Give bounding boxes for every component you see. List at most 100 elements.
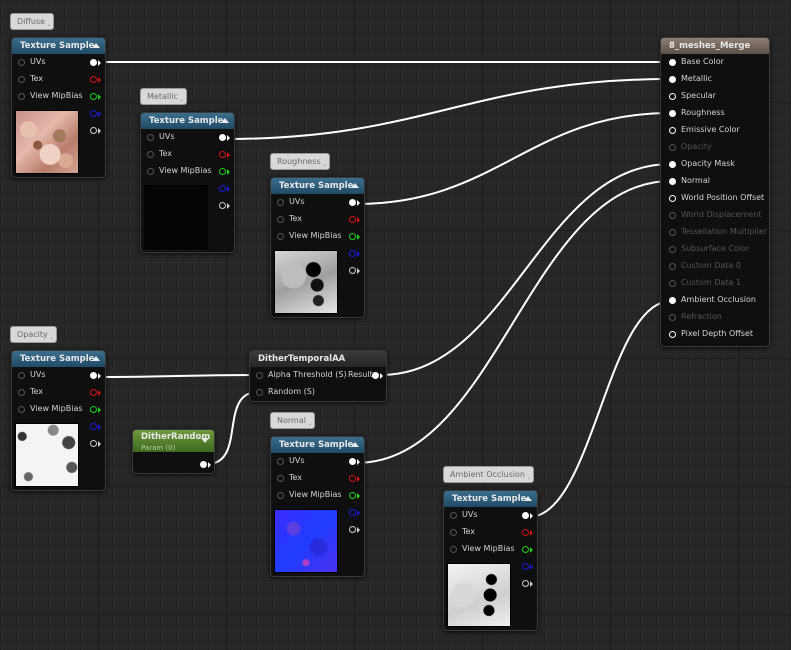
alpha-output-pin[interactable] <box>219 202 226 209</box>
view-mipbias-input-pin[interactable] <box>450 546 457 553</box>
rgb-output-pin[interactable] <box>90 372 97 379</box>
collapse-chevron-icon[interactable] <box>92 356 100 361</box>
comment-diffuse[interactable]: Diffuse ⌄ <box>10 13 55 30</box>
subsurface-color-input-pin[interactable] <box>669 246 676 253</box>
base-color-input-pin[interactable] <box>669 59 676 66</box>
texture-sample-opacity[interactable]: Texture Sample UVs Tex View MipBias <box>11 350 106 491</box>
alpha-output-pin[interactable] <box>349 526 356 533</box>
alpha-threshold-input-pin[interactable] <box>256 372 263 379</box>
node-title-bar[interactable]: Texture Sample <box>141 113 234 129</box>
collapse-chevron-icon[interactable] <box>524 496 532 501</box>
blue-output-pin[interactable] <box>90 110 97 117</box>
dither-random-param-node[interactable]: DitherRandom Param (0) <box>132 429 215 474</box>
wire-roughness-to-roughness[interactable] <box>355 112 672 205</box>
collapse-chevron-icon[interactable] <box>221 118 229 123</box>
pixel-depth-offset-input-pin[interactable] <box>669 331 676 338</box>
alpha-output-pin[interactable] <box>349 267 356 274</box>
blue-output-pin[interactable] <box>349 509 356 516</box>
red-output-pin[interactable] <box>90 76 97 83</box>
texture-sample-roughness[interactable]: Texture Sample UVs Tex View MipBias <box>270 177 365 318</box>
specular-input-pin[interactable] <box>669 93 676 100</box>
random-input-pin[interactable] <box>256 389 263 396</box>
red-output-pin[interactable] <box>219 151 226 158</box>
green-output-pin[interactable] <box>90 406 97 413</box>
world-displacement-input-pin[interactable] <box>669 212 676 219</box>
metallic-input-pin[interactable] <box>669 76 676 83</box>
world-position-offset-input-pin[interactable] <box>669 195 676 202</box>
comment-opacity[interactable]: Opacity ⌄ <box>10 326 57 343</box>
comment-normal[interactable]: Normal ⌄ <box>270 412 315 429</box>
red-output-pin[interactable] <box>349 475 356 482</box>
node-title-bar[interactable]: Texture Sample <box>271 437 364 453</box>
tex-input-pin[interactable] <box>450 529 457 536</box>
view-mipbias-input-pin[interactable] <box>277 492 284 499</box>
red-output-pin[interactable] <box>522 529 529 536</box>
blue-output-pin[interactable] <box>219 185 226 192</box>
uvs-input-pin[interactable] <box>450 512 457 519</box>
uvs-input-pin[interactable] <box>277 458 284 465</box>
blue-output-pin[interactable] <box>522 563 529 570</box>
node-title-bar[interactable]: Texture Sample <box>12 38 105 54</box>
node-title[interactable]: DitherTemporalAA <box>250 351 386 367</box>
red-output-pin[interactable] <box>349 216 356 223</box>
alpha-output-pin[interactable] <box>90 440 97 447</box>
tex-input-pin[interactable] <box>18 76 25 83</box>
opacity-mask-input-pin[interactable] <box>669 161 676 168</box>
texture-sample-normal[interactable]: Texture Sample UVs Tex View MipBias <box>270 436 365 577</box>
result-output-pin[interactable] <box>372 372 379 379</box>
alpha-output-pin[interactable] <box>522 580 529 587</box>
node-title-bar[interactable]: Texture Sample <box>271 178 364 194</box>
blue-output-pin[interactable] <box>90 423 97 430</box>
comment-roughness[interactable]: Roughness ⌄ <box>270 153 330 170</box>
node-title[interactable]: 8_meshes_Merge <box>661 38 769 54</box>
green-output-pin[interactable] <box>90 93 97 100</box>
green-output-pin[interactable] <box>219 168 226 175</box>
uvs-input-pin[interactable] <box>18 59 25 66</box>
wire-normal-to-normal[interactable] <box>355 180 672 464</box>
wire-metallic-to-metallic[interactable] <box>225 78 672 140</box>
texture-sample-ambient-occlusion[interactable]: Texture Sample UVs Tex View MipBias <box>443 490 538 631</box>
node-title-bar[interactable]: Texture Sample <box>12 351 105 367</box>
uvs-input-pin[interactable] <box>18 372 25 379</box>
node-title-bar[interactable]: DitherRandom Param (0) <box>133 430 214 452</box>
collapse-chevron-icon[interactable] <box>201 438 209 443</box>
comment-metallic[interactable]: Metallic ⌄ <box>140 88 187 105</box>
wire-opacity-to-dither[interactable] <box>96 374 259 378</box>
rgb-output-pin[interactable] <box>90 59 97 66</box>
texture-sample-metallic[interactable]: Texture Sample UVs Tex View MipBias <box>140 112 235 253</box>
custom-data-1-input-pin[interactable] <box>669 280 676 287</box>
tex-input-pin[interactable] <box>147 151 154 158</box>
green-output-pin[interactable] <box>349 492 356 499</box>
normal-input-pin[interactable] <box>669 178 676 185</box>
tex-input-pin[interactable] <box>18 389 25 396</box>
ambient-occlusion-input-pin[interactable] <box>669 297 676 304</box>
tessellation-multiplier-input-pin[interactable] <box>669 229 676 236</box>
emissive-color-input-pin[interactable] <box>669 127 676 134</box>
texture-sample-diffuse[interactable]: Texture Sample UVs Tex View MipBias <box>11 37 106 178</box>
material-result-node[interactable]: 8_meshes_Merge Base Color Metallic Specula… <box>660 37 770 347</box>
collapse-chevron-icon[interactable] <box>351 183 359 188</box>
comment-ambient-occlusion[interactable]: Ambient Occlusion ⌄ <box>443 466 534 483</box>
red-output-pin[interactable] <box>90 389 97 396</box>
rgb-output-pin[interactable] <box>522 512 529 519</box>
roughness-input-pin[interactable] <box>669 110 676 117</box>
view-mipbias-input-pin[interactable] <box>277 233 284 240</box>
node-title-bar[interactable]: Texture Sample <box>444 491 537 507</box>
green-output-pin[interactable] <box>349 233 356 240</box>
alpha-output-pin[interactable] <box>90 127 97 134</box>
custom-data-0-input-pin[interactable] <box>669 263 676 270</box>
view-mipbias-input-pin[interactable] <box>18 93 25 100</box>
blue-output-pin[interactable] <box>349 250 356 257</box>
view-mipbias-input-pin[interactable] <box>18 406 25 413</box>
uvs-input-pin[interactable] <box>147 134 154 141</box>
wire-ao-to-ambient-occlusion[interactable] <box>528 300 672 518</box>
rgb-output-pin[interactable] <box>219 134 226 141</box>
view-mipbias-input-pin[interactable] <box>147 168 154 175</box>
opacity-input-pin[interactable] <box>669 144 676 151</box>
rgb-output-pin[interactable] <box>349 199 356 206</box>
collapse-chevron-icon[interactable] <box>92 43 100 48</box>
dither-temporal-aa-node[interactable]: DitherTemporalAA Alpha Threshold (S) Res… <box>249 350 387 402</box>
rgb-output-pin[interactable] <box>349 458 356 465</box>
green-output-pin[interactable] <box>522 546 529 553</box>
collapse-chevron-icon[interactable] <box>351 442 359 447</box>
